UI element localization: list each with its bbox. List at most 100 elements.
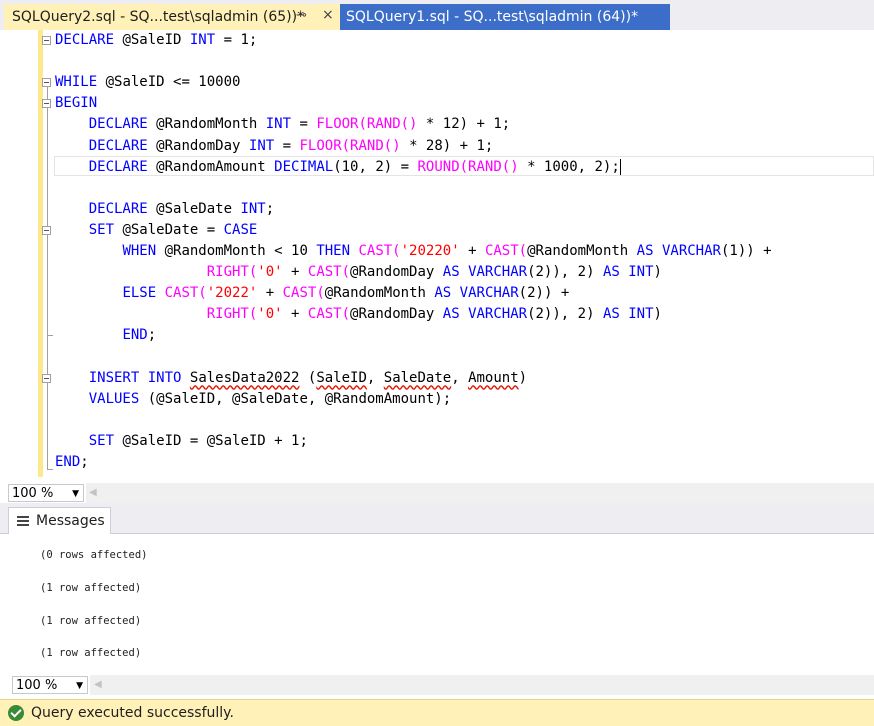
code-token: ; [80,454,89,470]
code-token: @RandomAmount [147,158,275,175]
messages-icon [17,515,29,527]
collapse-toggle-icon[interactable] [42,374,51,383]
code-token: '20220' [400,243,460,259]
code-token: + [257,285,283,302]
code-token: ) [653,264,662,281]
code-token: * 12) + 1; [417,116,511,133]
query-editor[interactable]: DECLARE @SaleID INT = 1; WHILE @SaleID <=… [0,30,874,482]
chevron-down-icon: ▼ [76,681,83,691]
code-token: VARCHAR [661,243,721,259]
collapse-toggle-icon[interactable] [42,99,51,108]
editor-zoom-select[interactable]: 100 % ▼ [8,484,84,502]
close-icon[interactable]: × [322,7,334,23]
code-token: SalesData2022 [189,369,300,386]
collapse-toggle-icon[interactable] [42,78,51,87]
change-tracking-bar [38,30,43,477]
chevron-down-icon: ▼ [72,489,79,499]
code-token: = 1; [215,32,258,48]
code-token: Amount [468,369,519,386]
code-line: END; [55,325,156,346]
code-token: @RandomMonth [527,243,637,259]
code-token: END [122,327,148,344]
code-token: AS [602,264,620,281]
success-check-icon [8,705,24,721]
code-token: AS [636,243,654,259]
code-token: , [366,369,384,386]
message-line: (0 rows affected) [40,549,148,561]
code-token: (2)), 2) [527,264,603,281]
collapse-toggle-icon[interactable] [42,226,51,235]
code-token: CAST( [358,243,401,259]
code-token: DECLARE [88,116,148,133]
tab-messages[interactable]: Messages [8,507,111,534]
code-token: = [291,116,317,133]
code-token: * 28) + 1; [400,137,494,154]
code-line: DECLARE @SaleDate INT; [55,199,274,220]
results-horizontal-scrollbar[interactable] [90,675,874,695]
pin-icon[interactable]: ⊸ [296,8,307,23]
code-token: DECLARE [88,158,148,175]
code-line: SET @SaleDate = CASE [55,220,258,241]
outline-guide-end [47,335,53,336]
code-token: @RandomDay [350,306,443,323]
code-line: DECLARE @SaleID INT = 1; [55,30,257,51]
code-token: INT [265,116,292,133]
code-token: INT [628,264,654,281]
code-token: '2022' [206,285,258,302]
tab-sqlquery1[interactable]: SQLQuery1.sql - SQ...test\sqladmin (64))… [340,4,670,30]
code-line: DECLARE @RandomDay INT = FLOOR(RAND() * … [55,136,494,157]
code-token: ( [299,369,317,386]
code-token: @RandomMonth [324,285,435,302]
code-token: ) [653,306,662,323]
results-zoom-select[interactable]: 100 % ▼ [12,676,88,694]
code-token: INT [189,32,216,48]
message-line: (1 row affected) [40,582,142,594]
code-token: FLOOR(RAND() [299,137,401,154]
tab-sqlquery2[interactable]: SQLQuery2.sql - SQ...test\sqladmin (65))… [4,4,340,30]
code-token: DECLARE [88,200,148,217]
messages-pane[interactable]: (0 rows affected) (1 row affected) (1 ro… [0,534,874,672]
outline-guide [47,383,48,399]
code-token: ELSE [122,285,157,302]
code-token: ; [147,327,157,344]
code-token: CAST( [307,264,351,281]
code-token: VALUES [88,390,140,407]
code-line: ELSE CAST('2022' + CAST(@RandomMonth AS … [55,283,569,304]
code-line: BEGIN [55,93,97,114]
code-token: @SaleDate [147,200,241,217]
code-token: , [451,369,469,386]
editor-horizontal-scrollbar[interactable] [86,483,874,503]
code-token: VARCHAR [468,264,528,281]
code-token: AS [442,306,460,323]
code-token: DECLARE [88,137,148,154]
code-token: @RandomMonth < 10 [156,243,317,259]
code-token: @SaleID <= 10000 [97,74,241,91]
collapse-toggle-icon[interactable] [42,36,51,45]
code-line: DECLARE @RandomAmount DECIMAL(10, 2) = R… [55,157,621,178]
code-token: (@SaleID, @SaleDate, @RandomAmount); [139,390,452,407]
code-token: @RandomMonth [147,116,266,133]
tab-label: SQLQuery2.sql - SQ...test\sqladmin (65))… [12,9,305,25]
message-line: (1 row affected) [40,647,142,659]
code-token: '0' [257,264,283,281]
code-token: INTO [147,369,182,386]
scroll-left-icon[interactable]: ◀ [94,679,102,690]
code-token: CAST( [307,306,351,323]
code-token: VARCHAR [468,306,528,323]
tab-label: Messages [36,513,105,529]
code-token: (2)), 2) [527,306,603,323]
scroll-left-icon[interactable]: ◀ [89,487,97,498]
